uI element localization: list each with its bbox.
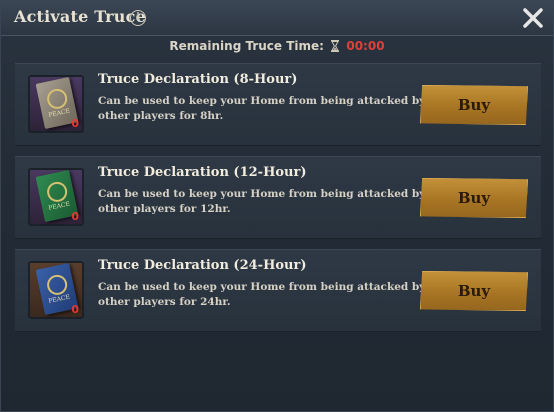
remaining-label: Remaining Truce Time: — [169, 39, 324, 53]
item-icon-frame: PEACE 0 — [28, 261, 84, 319]
hourglass-icon — [331, 40, 340, 52]
list-item: PEACE 0 Truce Declaration (12-Hour) Can … — [15, 156, 541, 239]
buy-button[interactable]: Buy — [420, 178, 528, 218]
list-item: PEACE 0 Truce Declaration (8-Hour) Can b… — [15, 63, 541, 146]
truce-dialog: Activate Truce i Remaining Truce Time: 0… — [0, 0, 554, 412]
remaining-truce-time: Remaining Truce Time: 00:00 — [1, 39, 553, 53]
item-description: Can be used to keep your Home from being… — [98, 188, 426, 215]
info-icon[interactable]: i — [130, 10, 146, 26]
item-title: Truce Declaration (24-Hour) — [98, 258, 307, 273]
buy-button[interactable]: Buy — [420, 85, 528, 125]
item-count: 0 — [71, 117, 79, 130]
item-icon-frame: PEACE 0 — [28, 75, 84, 133]
item-count: 0 — [71, 303, 79, 316]
item-icon-frame: PEACE 0 — [28, 168, 84, 226]
item-description: Can be used to keep your Home from being… — [98, 281, 426, 308]
remaining-time-value: 00:00 — [346, 39, 385, 53]
item-title: Truce Declaration (8-Hour) — [98, 72, 298, 87]
item-count: 0 — [71, 210, 79, 223]
item-description: Can be used to keep your Home from being… — [98, 95, 426, 122]
item-title: Truce Declaration (12-Hour) — [98, 165, 307, 180]
buy-button[interactable]: Buy — [420, 271, 528, 311]
dialog-title: Activate Truce — [14, 7, 146, 26]
list-item: PEACE 0 Truce Declaration (24-Hour) Can … — [15, 249, 541, 332]
dialog-titlebar: Activate Truce i — [1, 1, 553, 36]
close-icon[interactable] — [521, 6, 545, 30]
